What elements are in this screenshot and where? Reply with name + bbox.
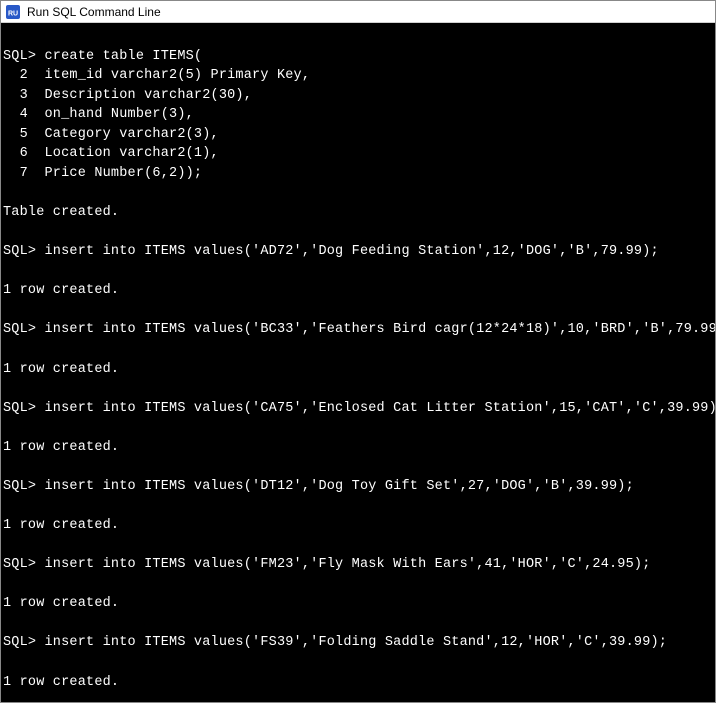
terminal-output[interactable]: SQL> create table ITEMS( 2 item_id varch… [1, 23, 715, 702]
sql-command-line-window: RU Run SQL Command Line SQL> create tabl… [0, 0, 716, 703]
app-icon: RU [5, 4, 21, 20]
svg-text:RU: RU [8, 10, 18, 17]
window-title: Run SQL Command Line [27, 5, 161, 19]
titlebar[interactable]: RU Run SQL Command Line [1, 1, 715, 23]
